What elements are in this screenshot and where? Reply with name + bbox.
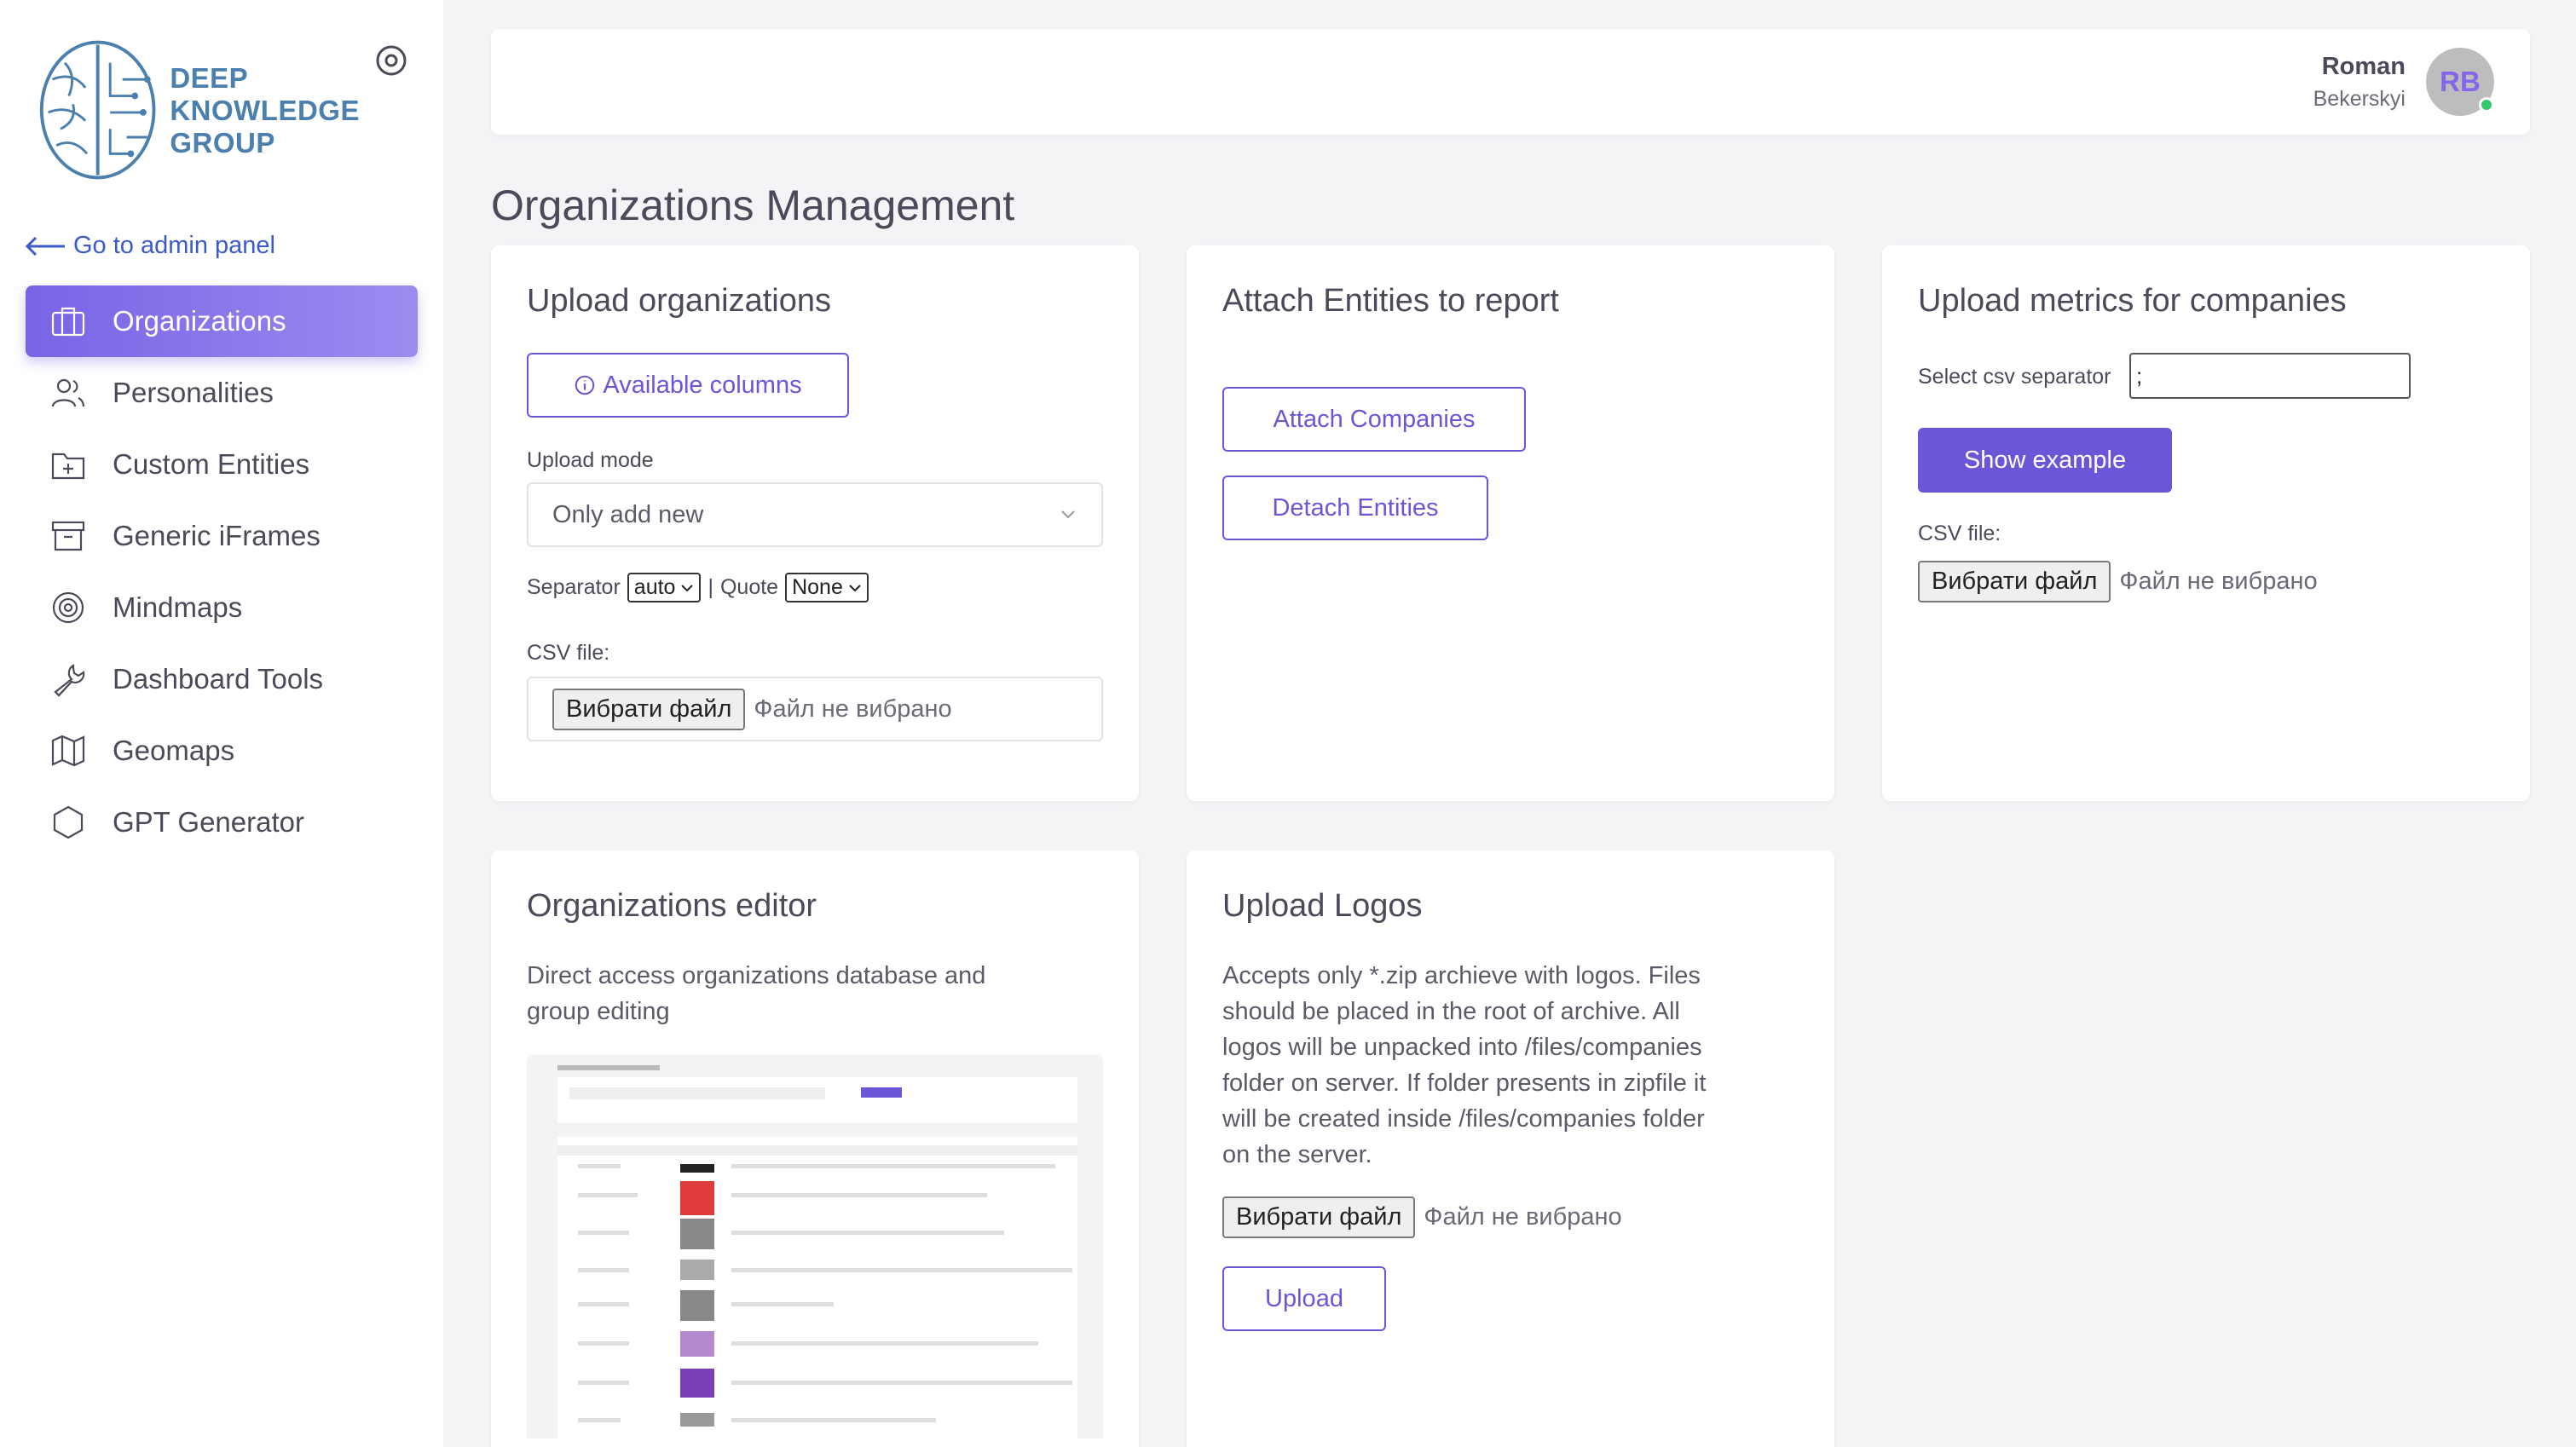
file-status: Файл не вибрано xyxy=(1424,1203,1622,1231)
card-title: Upload Logos xyxy=(1222,888,1423,924)
csv-file-field: Вибрати файл Файл не вибрано xyxy=(527,677,1103,741)
logos-description-line: Accepts only *.zip archieve with logos. … xyxy=(1222,962,1701,989)
available-columns-button[interactable]: Available columns xyxy=(527,353,849,418)
wrench-icon xyxy=(54,664,85,697)
collapse-sidebar-icon[interactable] xyxy=(375,44,407,77)
back-link-label: Go to admin panel xyxy=(73,232,275,259)
chevron-down-icon xyxy=(849,584,861,591)
avatar-initials: RB xyxy=(2440,66,2481,97)
page-title: Organizations Management xyxy=(491,182,1015,229)
csv-file-label: CSV file: xyxy=(1918,522,2001,545)
sidebar-item-gpt-generator[interactable]: GPT Generator xyxy=(26,787,418,858)
folder-plus-icon xyxy=(51,453,85,480)
sidebar-item-custom-entities[interactable]: Custom Entities xyxy=(26,429,418,500)
editor-description-line: group editing xyxy=(527,998,670,1025)
show-example-button[interactable]: Show example xyxy=(1918,428,2172,493)
attach-entities-card: Attach Entities to report Attach Compani… xyxy=(1187,245,1834,801)
sidebar-item-label: Geomaps xyxy=(113,735,235,766)
csv-separator-input[interactable]: ; xyxy=(2129,353,2411,399)
logos-description-line: on the server. xyxy=(1222,1141,1372,1168)
attach-companies-button[interactable]: Attach Companies xyxy=(1222,387,1526,452)
logo-text: DEEP KNOWLEDGE GROUP xyxy=(170,61,360,159)
chevron-down-icon xyxy=(1061,510,1075,519)
separator-value: auto xyxy=(633,575,676,599)
chevron-down-icon xyxy=(681,584,694,591)
choose-file-button[interactable]: Вибрати файл xyxy=(552,688,746,730)
sidebar: DEEP KNOWLEDGE GROUP Go to admin panel O… xyxy=(0,0,443,1447)
logos-description-line: folder on server. If folder presents in … xyxy=(1222,1069,1707,1097)
sidebar-item-mindmaps[interactable]: Mindmaps xyxy=(26,572,418,643)
arrow-left-icon xyxy=(25,236,65,256)
sidebar-item-label: GPT Generator xyxy=(113,806,304,838)
file-input-row: Вибрати файл Файл не вибрано xyxy=(1222,1196,1622,1238)
card-title: Organizations editor xyxy=(527,888,817,924)
sidebar-item-organizations[interactable]: Organizations xyxy=(26,285,418,357)
choose-file-button[interactable]: Вибрати файл xyxy=(1918,561,2111,602)
sidebar-item-personalities[interactable]: Personalities xyxy=(26,357,418,429)
csv-separator-label: Select csv separator xyxy=(1918,365,2111,389)
top-header: Roman Bekerskyi RB xyxy=(491,29,2530,135)
sidebar-item-label: Dashboard Tools xyxy=(113,663,324,695)
upload-mode-select[interactable]: Only add new xyxy=(527,482,1103,547)
file-input-row: Вибрати файл Файл не вибрано xyxy=(1918,561,2318,602)
hexagon-icon xyxy=(53,805,84,839)
avatar[interactable]: RB xyxy=(2426,48,2494,116)
briefcase-icon xyxy=(51,307,85,337)
editor-description: Direct access organizations database and… xyxy=(527,958,985,1029)
archive-icon xyxy=(51,521,85,551)
card-title: Upload metrics for companies xyxy=(1918,283,2347,319)
brain-logo-icon xyxy=(39,40,156,180)
quote-select[interactable]: None xyxy=(785,573,869,602)
logos-description-line: should be placed in the root of archive.… xyxy=(1222,998,1680,1025)
target-icon xyxy=(52,591,84,624)
map-icon xyxy=(51,735,85,767)
quote-value: None xyxy=(792,575,843,599)
card-title: Attach Entities to report xyxy=(1222,283,1559,319)
logos-description-line: will be created inside /files/companies … xyxy=(1222,1105,1705,1133)
csv-file-label: CSV file: xyxy=(527,641,610,665)
sidebar-item-label: Custom Entities xyxy=(113,448,310,480)
separator-label: Separator xyxy=(527,575,621,599)
sidebar-item-label: Personalities xyxy=(113,377,274,408)
pipe-divider: | xyxy=(708,575,713,599)
editor-screenshot-thumbnail xyxy=(527,1055,1103,1438)
available-columns-label: Available columns xyxy=(603,371,802,399)
info-icon xyxy=(575,375,595,395)
logos-description: Accepts only *.zip archieve with logos. … xyxy=(1222,958,1706,1173)
separator-quote-row: Separator auto | Quote None xyxy=(527,573,875,602)
sidebar-item-dashboard-tools[interactable]: Dashboard Tools xyxy=(26,643,418,715)
separator-select[interactable]: auto xyxy=(627,573,702,602)
go-to-admin-panel-link[interactable]: Go to admin panel xyxy=(24,232,275,260)
sidebar-nav: Organizations Personalities Custom Entit… xyxy=(26,285,418,858)
detach-entities-button[interactable]: Detach Entities xyxy=(1222,476,1488,540)
file-status: Файл не вибрано xyxy=(2119,568,2318,595)
sidebar-item-geomaps[interactable]: Geomaps xyxy=(26,715,418,787)
upload-button[interactable]: Upload xyxy=(1222,1266,1386,1331)
upload-metrics-card: Upload metrics for companies Select csv … xyxy=(1882,245,2530,801)
file-input-row: Вибрати файл Файл не вибрано xyxy=(552,688,952,730)
file-status: Файл не вибрано xyxy=(754,695,952,723)
user-first-name: Roman xyxy=(2321,53,2406,80)
editor-description-line: Direct access organizations database and xyxy=(527,962,986,989)
company-logo[interactable]: DEEP KNOWLEDGE GROUP xyxy=(36,36,360,185)
sidebar-item-label: Organizations xyxy=(113,305,286,337)
quote-label: Quote xyxy=(719,575,779,599)
users-icon xyxy=(51,378,85,407)
sidebar-item-label: Mindmaps xyxy=(113,591,243,623)
organizations-editor-card[interactable]: Organizations editor Direct access organ… xyxy=(491,850,1139,1447)
sidebar-item-label: Generic iFrames xyxy=(113,520,321,551)
upload-logos-card: Upload Logos Accepts only *.zip archieve… xyxy=(1187,850,1834,1447)
upload-mode-value: Only add new xyxy=(552,500,704,528)
logos-description-line: logos will be unpacked into /files/compa… xyxy=(1222,1034,1702,1061)
card-title: Upload organizations xyxy=(527,283,832,319)
upload-organizations-card: Upload organizations Available columns U… xyxy=(491,245,1139,801)
online-status-dot xyxy=(2479,97,2494,112)
editor-preview-image xyxy=(527,1055,1103,1438)
choose-file-button[interactable]: Вибрати файл xyxy=(1222,1196,1416,1238)
user-last-name: Bekerskyi xyxy=(2313,87,2406,111)
upload-mode-label: Upload mode xyxy=(527,448,654,472)
sidebar-item-generic-iframes[interactable]: Generic iFrames xyxy=(26,500,418,572)
